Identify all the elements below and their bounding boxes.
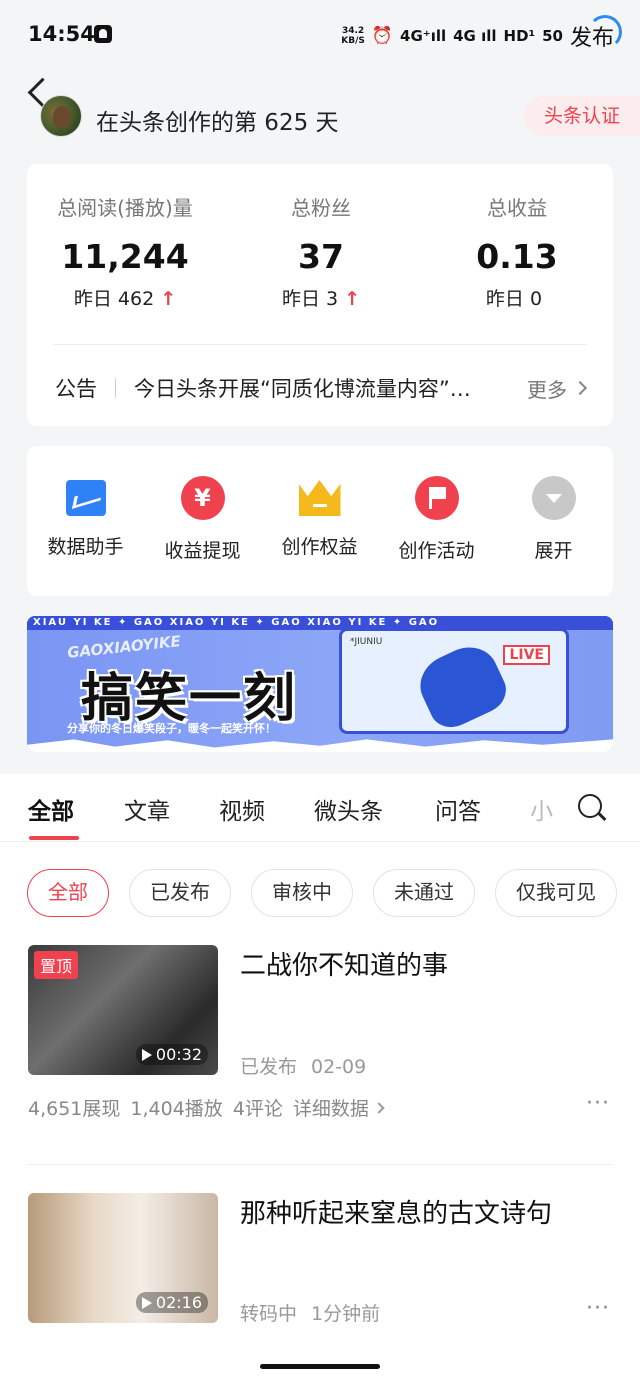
- chevron-right-icon: [373, 1101, 385, 1114]
- promo-banner[interactable]: XIAU YI KE ✦ GAO XIAO YI KE ✦ GAO XIAO Y…: [27, 616, 613, 752]
- video-thumbnail[interactable]: 02:16: [28, 1193, 218, 1323]
- notice-label: 公告: [55, 377, 97, 401]
- crown-icon: [298, 480, 341, 516]
- filter-rejected[interactable]: 未通过: [373, 869, 475, 917]
- tool-creator-rights[interactable]: 创作权益: [261, 476, 378, 559]
- signal-4g-icon: 4G ıll: [453, 27, 497, 45]
- filter-reviewing[interactable]: 审核中: [251, 869, 353, 917]
- tool-label: 数据助手: [47, 536, 124, 558]
- divider: [28, 1164, 612, 1165]
- filter-published[interactable]: 已发布: [129, 869, 231, 917]
- notice-more-link[interactable]: 更多: [527, 374, 588, 403]
- item-status: 已发布 02-09: [240, 1056, 367, 1078]
- notice-separator: [115, 378, 116, 398]
- banner-live-illustration: *JIUNIU LIVE: [339, 628, 569, 735]
- content-list: 全部 已发布 审核中 未通过 仅我可见 置顶 00:32 二战你不知道的事 已发…: [0, 842, 640, 1387]
- comments[interactable]: 4评论: [233, 1094, 283, 1121]
- stat-yesterday: 昨日 462 ↑: [73, 288, 177, 310]
- more-options-icon[interactable]: ···: [586, 1296, 610, 1321]
- hd-icon: HD¹: [503, 27, 536, 45]
- live-badge: LIVE: [503, 645, 550, 665]
- banner-snow-decoration: [27, 739, 613, 752]
- tab-videos[interactable]: 视频: [219, 792, 265, 826]
- creator-header: 在头条创作的第 625 天 头条认证: [0, 76, 640, 156]
- play-icon: [141, 1296, 152, 1309]
- more-options-icon[interactable]: ···: [586, 1091, 610, 1116]
- tab-qa[interactable]: 问答: [435, 792, 481, 826]
- stats-card: 总阅读(播放)量 11,244 昨日 462 ↑ 总粉丝 37 昨日 3 ↑ 总收益…: [27, 164, 613, 426]
- play-icon: [141, 1048, 152, 1061]
- video-duration: 00:32: [135, 1044, 208, 1065]
- banner-screen-label: *JIUNIU: [350, 637, 383, 647]
- item-title[interactable]: 那种听起来窒息的古文诗句: [240, 1193, 552, 1230]
- filter-all[interactable]: 全部: [27, 869, 109, 917]
- tool-label: 收益提现: [164, 540, 241, 562]
- detail-data-link[interactable]: 详细数据: [293, 1094, 385, 1121]
- network-speed: 34.2 KB/S: [341, 26, 365, 46]
- list-item[interactable]: 置顶 00:32 二战你不知道的事 已发布 02-09 4,651展现 1,404…: [0, 945, 640, 1165]
- item-status: 转码中 1分钟前: [240, 1303, 381, 1325]
- search-icon[interactable]: [578, 794, 606, 822]
- stat-label: 总阅读(播放)量: [57, 196, 193, 220]
- status-bar: 14:54 34.2 KB/S ⏰ 4G⁺ıll 4G ıll HD¹ 50 发…: [0, 0, 640, 70]
- yen-icon: ¥: [180, 476, 225, 520]
- creator-days-text: 在头条创作的第 625 天: [96, 110, 339, 136]
- plays: 1,404播放: [130, 1098, 223, 1120]
- tab-articles[interactable]: 文章: [124, 792, 170, 826]
- up-arrow-icon: ↑: [160, 288, 177, 310]
- signal-4g-plus-icon: 4G⁺ıll: [400, 27, 447, 45]
- expand-icon: [531, 476, 576, 520]
- impressions: 4,651展现: [28, 1098, 121, 1120]
- stat-label: 总粉丝: [291, 196, 351, 220]
- snowboarder-illustration: [410, 637, 514, 735]
- stat-label: 总收益: [487, 196, 547, 220]
- stat-fans[interactable]: 总粉丝 37 昨日 3 ↑: [223, 164, 419, 311]
- status-time: 14:54: [28, 22, 95, 46]
- filter-private[interactable]: 仅我可见: [495, 869, 617, 917]
- notice-bar[interactable]: 公告 今日头条开展“同质化博流量内容”专项治理 更多: [55, 368, 588, 408]
- notice-text[interactable]: 今日头条开展“同质化博流量内容”专项治理: [134, 373, 487, 403]
- stat-yesterday: 昨日 0: [485, 288, 543, 310]
- video-thumbnail[interactable]: 置顶 00:32: [28, 945, 218, 1075]
- tool-data-assistant[interactable]: 数据助手: [27, 476, 144, 559]
- stat-yesterday: 昨日 3 ↑: [281, 288, 361, 310]
- tool-label: 展开: [534, 540, 573, 562]
- tool-withdraw[interactable]: ¥ 收益提现: [144, 476, 261, 563]
- item-title[interactable]: 二战你不知道的事: [240, 945, 448, 982]
- tab-all[interactable]: 全部: [28, 792, 74, 826]
- pinned-badge: 置顶: [34, 951, 79, 979]
- tool-label: 创作权益: [281, 536, 358, 558]
- banner-subtitle: 分享你的冬日爆笑段子，暖冬一起笑开怀！: [67, 722, 276, 735]
- flag-icon: [414, 476, 459, 520]
- tool-label: 创作活动: [398, 540, 475, 562]
- tool-creator-activity[interactable]: 创作活动: [378, 476, 495, 563]
- verify-badge[interactable]: 头条认证: [523, 96, 640, 136]
- tools-card: 数据助手 ¥ 收益提现 创作权益 创作活动 展开: [27, 446, 613, 596]
- video-duration: 02:16: [135, 1292, 208, 1313]
- loading-ring-icon: [588, 15, 622, 49]
- tab-micro-posts[interactable]: 微头条: [314, 792, 383, 826]
- avatar[interactable]: [40, 95, 82, 137]
- notification-icon: [94, 25, 112, 43]
- battery-level: 50: [542, 27, 563, 45]
- tab-active-indicator: [29, 836, 79, 840]
- up-arrow-icon: ↑: [344, 288, 361, 310]
- item-stats: 4,651展现 1,404播放 4评论 详细数据: [28, 1094, 385, 1121]
- chevron-right-icon: [572, 380, 588, 396]
- divider: [53, 344, 587, 345]
- status-icons: 34.2 KB/S ⏰ 4G⁺ıll 4G ıll HD¹ 50 发布: [341, 15, 622, 52]
- stat-value: 11,244: [61, 237, 189, 276]
- list-item[interactable]: 02:16 那种听起来窒息的古文诗句 转码中 1分钟前 ···: [0, 1193, 640, 1333]
- stat-value: 0.13: [476, 237, 558, 276]
- home-indicator[interactable]: [260, 1364, 380, 1369]
- tool-expand[interactable]: 展开: [495, 476, 612, 563]
- stat-reads[interactable]: 总阅读(播放)量 11,244 昨日 462 ↑: [27, 164, 223, 311]
- content-tabs: 全部 文章 视频 微头条 问答 小: [0, 774, 640, 842]
- filter-chips: 全部 已发布 审核中 未通过 仅我可见: [27, 869, 617, 917]
- stat-income[interactable]: 总收益 0.13 昨日 0: [419, 164, 615, 311]
- tab-more[interactable]: 小: [530, 792, 553, 826]
- stat-value: 37: [298, 237, 344, 276]
- chart-icon: [65, 480, 106, 516]
- alarm-icon: ⏰: [371, 26, 394, 46]
